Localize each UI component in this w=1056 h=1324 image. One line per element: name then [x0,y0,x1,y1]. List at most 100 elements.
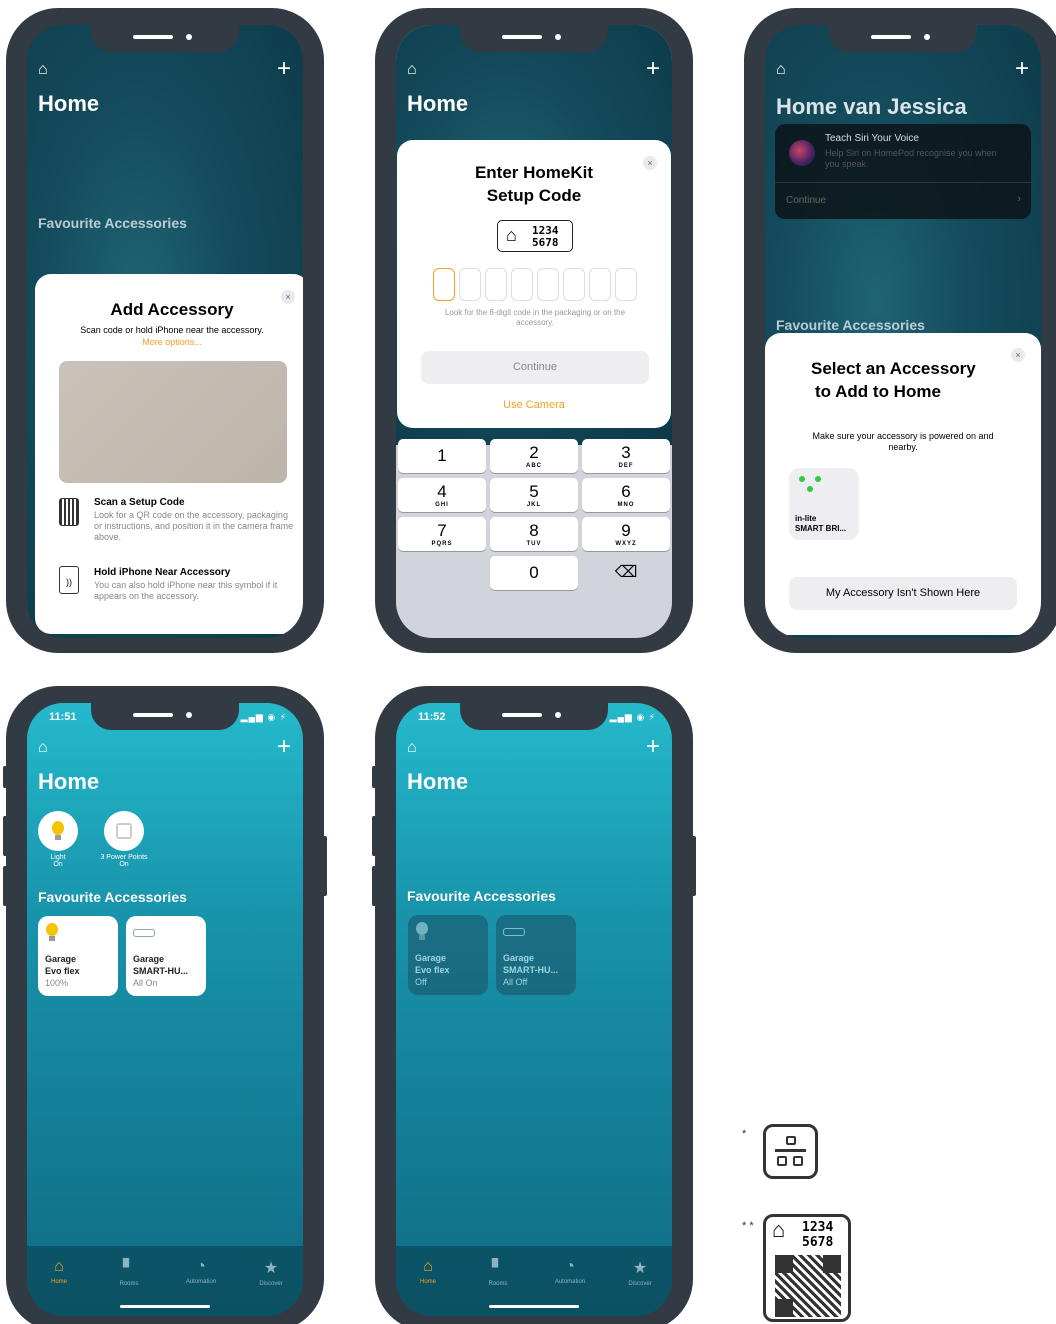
tab-bar: ⌂ Home ▘ Rooms ◔ Automation ★ Discover [27,1246,303,1316]
key-6[interactable]: 6 MNO [582,478,670,512]
page-title: Home van Jessica [776,94,967,119]
code-digit-box[interactable] [615,268,637,301]
tab-home[interactable]: ⌂ Home [398,1258,458,1285]
code-digit-box[interactable] [563,268,585,301]
sheet-subtitle: Scan code or hold iPhone near the access… [80,325,264,335]
continue-button[interactable]: Continue [421,351,649,384]
accessory-tile-in-lite[interactable]: in-lite SMART BRI... [789,468,859,540]
tab-home[interactable]: ⌂ Home [29,1258,89,1285]
star-icon: ★ [632,1260,648,1277]
rooms-icon: ▘ [491,1260,505,1277]
camera-frame [59,361,287,483]
add-icon[interactable]: + [277,55,291,83]
key-2[interactable]: 2 ABC [490,439,578,473]
add-icon[interactable]: + [277,733,291,761]
add-icon[interactable]: + [646,733,660,761]
homekit-qr-label: ⌂ 1234 5678 [763,1214,851,1322]
siri-card: Teach Siri Your Voice Help Siri on HomeP… [775,124,1031,219]
scan-title: Scan a Setup Code [94,497,185,508]
home-icon[interactable]: ⌂ [38,739,48,757]
sheet-title-line2: to Add to Home [815,382,941,401]
status-power-state: On [119,861,129,868]
notch [829,25,977,52]
tab-rooms[interactable]: ▘ Rooms [99,1258,159,1287]
accessory-tile-evo-flex[interactable]: Garage Evo flex Off [408,915,488,995]
key-3[interactable]: 3 DEF [582,439,670,473]
accessory-tile-evo-flex[interactable]: Garage Evo flex 100% [38,916,118,996]
phone-select-accessory: ⌂ + Home van Jessica Teach Siri Your Voi… [744,8,1056,653]
numeric-keypad: 1 2 ABC 3 DEF 4 GHI 5 JKL 6 MNO 7 PQRS 8 TUV 9 WXYZ 0 ⌫ [396,437,672,597]
qr-code-line1: 1234 [802,1220,834,1235]
network-icon [799,476,821,492]
key-7[interactable]: 7 PQRS [398,517,486,551]
home-icon[interactable]: ⌂ [407,739,417,757]
bulb-icon [45,923,59,943]
status-time: 11:51 [49,711,77,723]
code-digit-box[interactable] [485,268,507,301]
tile-state: 100% [45,978,69,988]
code-input-boxes[interactable] [433,268,637,302]
accessory-tile-smart-hub[interactable]: Garage SMART-HU... All On [126,916,206,996]
tab-rooms[interactable]: ▘ Rooms [468,1258,528,1287]
screen: ⌂ + Home Favourite Accessories × Add Acc… [27,25,303,638]
notch [460,25,608,52]
key-4[interactable]: 4 GHI [398,478,486,512]
code-digit-box[interactable] [589,268,611,301]
hold-description: You can also hold iPhone near this symbo… [94,580,278,601]
sheet-title-line2: Setup Code [486,186,582,205]
code-digit-box[interactable] [511,268,533,301]
add-icon[interactable]: + [646,55,660,83]
select-accessory-sheet: × Select an Accessory to Add to Home Mak… [765,333,1041,635]
code-digit-box[interactable] [459,268,481,301]
homekit-house-icon: ⌂ [772,1217,786,1242]
close-icon[interactable]: × [1011,348,1025,362]
delete-key-icon[interactable]: ⌫ [582,556,670,590]
add-icon[interactable]: + [1015,55,1029,83]
siri-continue-link[interactable]: Continue [786,195,826,206]
tile-room: Garage [45,954,77,964]
scan-description: Look for a QR code on the accessory, pac… [94,510,294,542]
accessory-tile-smart-hub[interactable]: Garage SMART-HU... All Off [496,915,576,995]
accessory-not-shown-button[interactable]: My Accessory Isn't Shown Here [789,577,1017,610]
tile-room: Garage [133,954,165,964]
power-outlet-icon [104,811,144,851]
tab-discover[interactable]: ★ Discover [241,1258,301,1287]
status-power-button[interactable]: 3 Power Points On [89,811,159,868]
phone-home-on: 11:51 ▂▄▆ ◉ ⚡ ⌂ + Home Light On 3 Power … [3,686,327,1324]
key-5[interactable]: 5 JKL [490,478,578,512]
home-tab-icon: ⌂ [54,1258,64,1275]
status-icons: ▂▄▆ ◉ ⚡ [609,712,656,722]
nfc-icon: )) [59,566,79,594]
code-digit-box[interactable] [433,268,455,301]
code-digit-box[interactable] [537,268,559,301]
star-icon: ★ [263,1260,279,1277]
nfc-symbol-icon [763,1124,818,1179]
siri-description: Help Siri on HomePod recognise you when … [825,148,997,169]
qr-code-line2: 5678 [802,1235,834,1250]
key-9[interactable]: 9 WXYZ [582,517,670,551]
tab-automation[interactable]: ◔ Automation [171,1258,231,1285]
sheet-title: Add Accessory [110,300,234,319]
screen: ⌂ + Home van Jessica Teach Siri Your Voi… [765,25,1041,638]
notch [91,25,239,52]
tab-discover[interactable]: ★ Discover [610,1258,670,1287]
key-8[interactable]: 8 TUV [490,517,578,551]
phone-home-off: 11:52 ▂▄▆ ◉ ⚡ ⌂ + Home Favourite Accesso… [372,686,696,1324]
page-title: Home [407,769,469,794]
notch [460,703,608,730]
key-1[interactable]: 1 [398,439,486,473]
home-icon[interactable]: ⌂ [407,61,417,79]
home-icon[interactable]: ⌂ [776,61,786,79]
home-indicator[interactable] [120,1305,210,1308]
more-options-link[interactable]: More options... [35,337,303,347]
qr-code-icon [775,1255,841,1317]
use-camera-link[interactable]: Use Camera [397,399,671,411]
status-light-label: Light [50,854,66,861]
home-icon[interactable]: ⌂ [38,61,48,79]
page-title: Home [407,91,469,116]
key-0[interactable]: 0 [490,556,578,590]
tab-automation[interactable]: ◔ Automation [540,1258,600,1285]
status-light-button[interactable]: Light On [38,811,78,868]
hold-title: Hold iPhone Near Accessory [94,567,231,578]
home-indicator[interactable] [489,1305,579,1308]
